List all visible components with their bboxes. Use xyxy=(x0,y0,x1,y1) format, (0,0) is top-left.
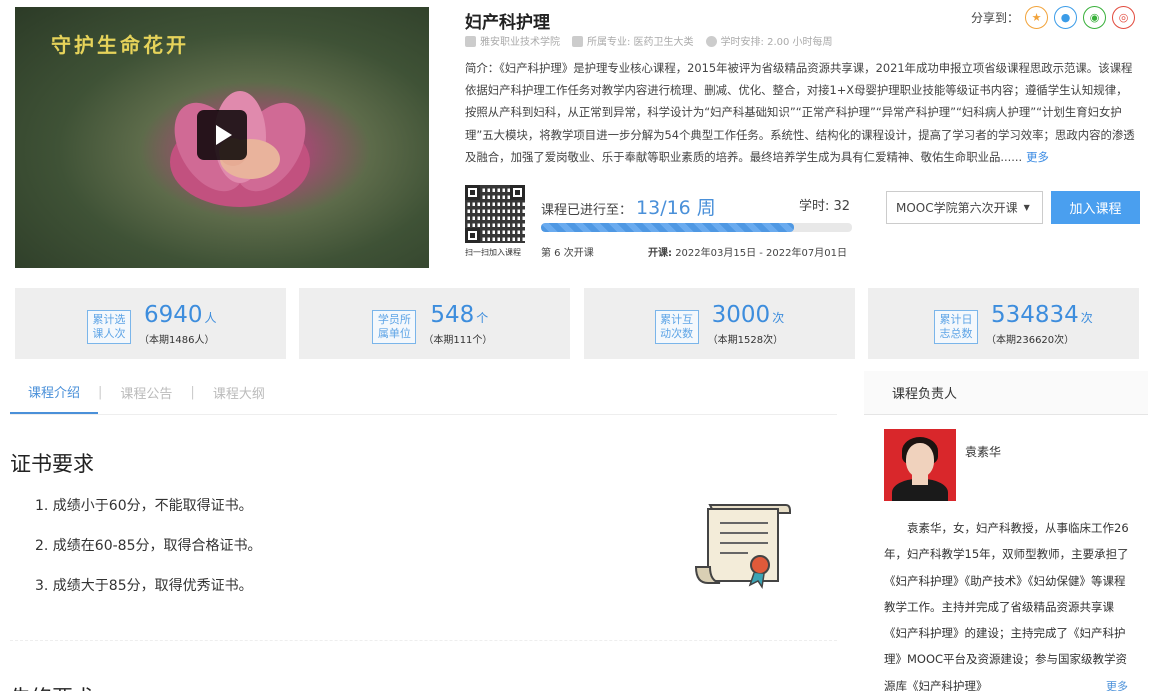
avatar xyxy=(884,429,956,501)
play-button[interactable] xyxy=(197,110,247,160)
school-meta: 雅安职业技术学院 xyxy=(465,33,560,48)
wechat-icon[interactable]: ◉ xyxy=(1083,6,1107,29)
share-label: 分享到： xyxy=(971,11,1020,25)
video-poster-title: 守护生命花开 xyxy=(51,33,189,57)
stat-sub: （本期111个） xyxy=(423,335,493,346)
course-dates: 开课: 2022年03月15日 - 2022年07月01日 xyxy=(648,248,847,259)
stat-badge: 学员所 属单位 xyxy=(372,310,417,344)
course-title: 妇产科护理 xyxy=(465,13,550,33)
stat-badge: 累计选 课人次 xyxy=(87,310,131,344)
intro-more-link[interactable]: 更多 xyxy=(1026,150,1049,164)
course-meta: 雅安职业技术学院 所属专业: 医药卫生大类 学时安排: 2.00 小时每周 xyxy=(465,33,833,48)
stat-value: 534834 次 xyxy=(990,302,1093,328)
stat-card: 累计互 动次数 3000 次 （本期1528次） xyxy=(583,288,855,359)
book-icon xyxy=(572,36,583,47)
tab-syllabus[interactable]: 课程大纲 xyxy=(195,372,283,414)
list-item: 2. 成绩在60-85分，取得合格证书。 xyxy=(35,538,262,554)
stat-value: 6940 人 xyxy=(144,302,217,328)
progress-value: 13/16 周 xyxy=(636,197,716,219)
session-number: 第 6 次开课 xyxy=(541,248,594,259)
stat-card: 累计日 志总数 534834 次 （本期236620次） xyxy=(867,288,1139,359)
progress-label: 课程已进行至： 13/16 周 xyxy=(541,197,716,219)
progress-bar xyxy=(541,223,852,232)
content-tabs: 课程介绍 | 课程公告 | 课程大纲 xyxy=(10,371,837,415)
bell-icon[interactable]: ● xyxy=(1054,6,1078,29)
course-hours: 学时: 32 xyxy=(799,199,851,214)
certificate-scroll-icon xyxy=(694,504,791,589)
weibo-icon[interactable]: ◎ xyxy=(1112,6,1136,29)
progress-fill xyxy=(541,223,794,232)
schedule-meta: 学时安排: 2.00 小时每周 xyxy=(705,33,833,48)
teacher-more-link[interactable]: 更多 xyxy=(1104,678,1128,691)
list-item: 3. 成绩大于85分，取得优秀证书。 xyxy=(35,578,253,594)
stat-sub: （本期1486人） xyxy=(139,335,215,346)
teacher-bio: 袁素华，女，妇产科教授，从事临床工作26年，妇产科教学15年，双师型教师，主要承… xyxy=(884,521,1129,691)
teacher-panel-title: 课程负责人 xyxy=(864,371,1148,415)
school-icon xyxy=(465,36,476,47)
stats-row: 累计选 课人次 6940 人 （本期1486人） 学员所 属单位 548 个 （本期… xyxy=(15,288,1139,359)
major-meta: 所属专业: 医药卫生大类 xyxy=(572,33,694,48)
course-video[interactable]: 守护生命花开 xyxy=(15,7,429,268)
stat-card: 累计选 课人次 6940 人 （本期1486人） xyxy=(15,288,286,359)
stat-sub: （本期236620次） xyxy=(985,335,1075,346)
session-select[interactable]: MOOC学院第六次开课 ▼ xyxy=(886,191,1043,224)
stat-badge: 累计互 动次数 xyxy=(654,310,699,344)
list-item: 1. 成绩小于60分，不能取得证书。 xyxy=(35,498,253,514)
qr-code xyxy=(465,185,525,243)
tab-intro[interactable]: 课程介绍 xyxy=(10,372,99,414)
tab-announcements[interactable]: 课程公告 xyxy=(102,372,190,414)
caret-down-icon: ▼ xyxy=(1023,203,1030,212)
certificate-list: 1. 成绩小于60分，不能取得证书。 2. 成绩在60-85分，取得合格证书。 … xyxy=(35,495,262,615)
certificate-heading: 证书要求 xyxy=(10,452,94,476)
stat-badge: 累计日 志总数 xyxy=(933,310,978,344)
stat-sub: （本期1528次） xyxy=(707,335,784,346)
share-bar: 分享到： ★ ● ◉ ◎ xyxy=(971,6,1136,29)
prerequisite-heading: 先修要求 xyxy=(10,682,94,691)
course-intro: 简介：《妇产科护理》是护理专业核心课程，2015年被评为省级精品资源共享课，20… xyxy=(465,61,1135,164)
star-icon[interactable]: ★ xyxy=(1025,6,1049,29)
stat-card: 学员所 属单位 548 个 （本期111个） xyxy=(299,288,571,359)
qr-label: 扫一扫加入课程 xyxy=(465,248,521,257)
clock-icon xyxy=(705,36,717,47)
stat-value: 548 个 xyxy=(430,302,489,328)
join-course-button[interactable]: 加入课程 xyxy=(1051,191,1140,224)
teacher-name: 袁素华 xyxy=(965,445,1002,459)
section-divider xyxy=(10,640,837,641)
stat-value: 3000 次 xyxy=(711,302,785,328)
